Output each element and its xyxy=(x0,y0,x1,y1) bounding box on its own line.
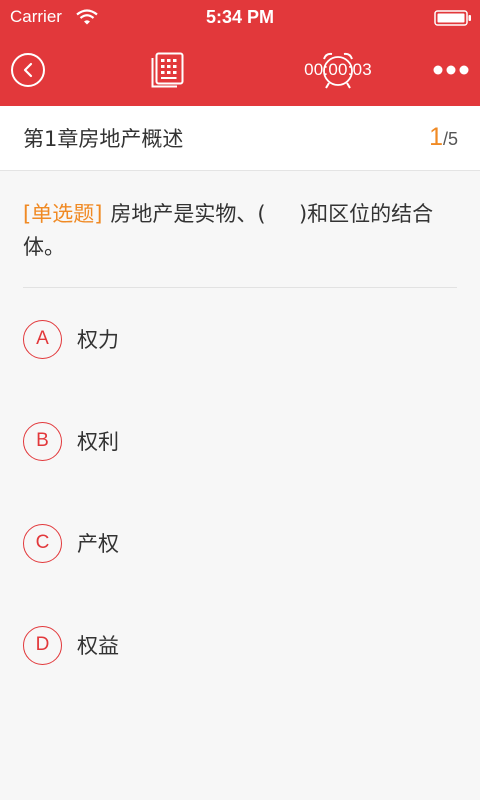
option-d-text: 权益 xyxy=(77,634,119,658)
question-stem: [单选题] 房地产是实物、( )和区位的结合体。 xyxy=(23,198,457,264)
question-type-label: [单选题] xyxy=(23,202,103,226)
option-b[interactable]: B 权利 xyxy=(23,422,443,464)
option-c-marker: C xyxy=(23,524,62,563)
clock-time: 5:34 PM xyxy=(205,7,275,27)
option-d-marker: D xyxy=(23,626,62,665)
option-d[interactable]: D 权益 xyxy=(23,626,443,668)
option-a-marker: A xyxy=(23,320,62,359)
option-a[interactable]: A 权力 xyxy=(23,320,443,362)
option-c-text: 产权 xyxy=(77,532,119,556)
status-bar: Carrier 5:34 PM xyxy=(0,0,480,36)
document-list-icon[interactable] xyxy=(151,52,184,88)
option-c[interactable]: C 产权 xyxy=(23,524,443,566)
chevron-left-icon xyxy=(23,62,33,78)
option-b-text: 权利 xyxy=(77,430,119,454)
divider xyxy=(23,287,457,288)
chapter-title: 第1章房地产概述 xyxy=(23,127,184,151)
back-button[interactable] xyxy=(11,53,45,87)
page-indicator: 1/5 xyxy=(429,123,458,151)
current-page: 1 xyxy=(429,123,443,151)
option-b-marker: B xyxy=(23,422,62,461)
battery-icon xyxy=(434,10,471,26)
more-dots-icon[interactable] xyxy=(431,61,471,79)
timer: 00:00:03 xyxy=(296,50,380,90)
chapter-bar: 第1章房地产概述 1/5 xyxy=(0,106,480,171)
option-a-text: 权力 xyxy=(77,328,119,352)
timer-text: 00:00:03 xyxy=(304,60,372,79)
total-pages: /5 xyxy=(442,129,458,149)
header: Carrier 5:34 PM 00:00:03 xyxy=(0,0,480,106)
